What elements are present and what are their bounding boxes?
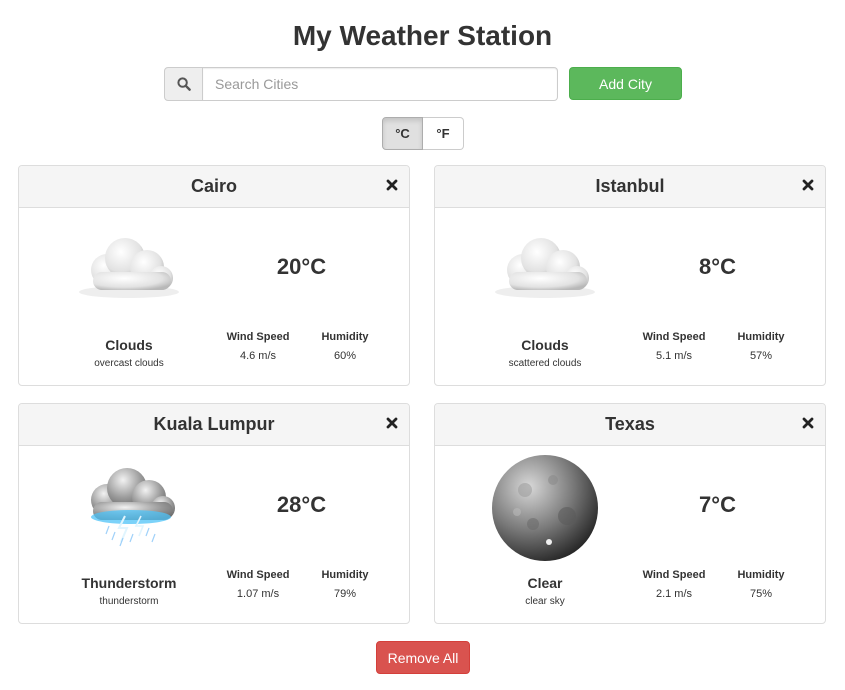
remove-all-button[interactable]: Remove All xyxy=(376,641,470,674)
humidity-value: 75% xyxy=(749,588,773,600)
cloud-icon xyxy=(79,238,179,298)
city-card-texas: Texas 7°C Clear clear sky Wind Speed 2.1… xyxy=(434,403,826,624)
condition-description: thunderstorm xyxy=(99,596,159,607)
wind-speed-label: Wind Speed xyxy=(642,569,706,581)
city-card-istanbul: Istanbul 8°C Clouds scattered clouds Win… xyxy=(434,165,826,386)
add-city-button[interactable]: Add City xyxy=(569,67,682,100)
condition: Clear xyxy=(527,575,563,591)
wind-speed-value: 5.1 m/s xyxy=(655,350,693,362)
condition: Thunderstorm xyxy=(81,575,177,591)
humidity-label: Humidity xyxy=(321,569,369,581)
humidity-label: Humidity xyxy=(321,331,369,343)
search-input[interactable] xyxy=(203,67,558,101)
humidity-value: 79% xyxy=(333,588,357,600)
wind-speed-value: 1.07 m/s xyxy=(236,588,280,600)
temperature: 28°C xyxy=(276,492,327,517)
humidity-value: 60% xyxy=(333,350,357,362)
city-card-kuala-lumpur: Kuala Lumpur 28°C Thunderstorm thunderst… xyxy=(18,403,410,624)
cloud-icon xyxy=(495,238,595,298)
condition-description: scattered clouds xyxy=(508,358,582,369)
wind-speed-label: Wind Speed xyxy=(642,331,706,343)
wind-speed-label: Wind Speed xyxy=(226,569,290,581)
card-header: Kuala Lumpur xyxy=(19,404,409,446)
city-name: Istanbul xyxy=(595,176,665,196)
close-icon[interactable] xyxy=(802,417,814,429)
city-card-cairo: Cairo 20°C Clouds overcast clouds Wind S… xyxy=(18,165,410,386)
city-name: Kuala Lumpur xyxy=(153,414,275,434)
thunderstorm-icon xyxy=(91,468,175,547)
temperature: 7°C xyxy=(699,492,736,517)
wind-speed-value: 2.1 m/s xyxy=(655,588,693,600)
moon-icon xyxy=(492,455,598,561)
search-group xyxy=(164,67,558,101)
humidity-value: 57% xyxy=(749,350,773,362)
celsius-button[interactable]: °C xyxy=(382,117,423,150)
close-icon[interactable] xyxy=(386,417,398,429)
wind-speed-label: Wind Speed xyxy=(226,331,290,343)
condition: Clouds xyxy=(105,337,153,353)
city-name: Cairo xyxy=(190,176,237,196)
temperature: 20°C xyxy=(276,254,327,279)
close-icon[interactable] xyxy=(802,179,814,191)
unit-toggle: °C °F xyxy=(382,117,464,150)
wind-speed-value: 4.6 m/s xyxy=(239,350,277,362)
card-header: Istanbul xyxy=(435,166,825,208)
search-icon[interactable] xyxy=(164,67,203,101)
fahrenheit-button[interactable]: °F xyxy=(423,117,464,150)
condition: Clouds xyxy=(521,337,569,353)
page-title: My Weather Station xyxy=(292,20,553,51)
condition-description: overcast clouds xyxy=(94,358,164,369)
condition-description: clear sky xyxy=(525,596,565,607)
humidity-label: Humidity xyxy=(737,331,785,343)
card-header: Cairo xyxy=(19,166,409,208)
temperature: 8°C xyxy=(699,254,736,279)
close-icon[interactable] xyxy=(386,179,398,191)
city-name: Texas xyxy=(605,414,655,434)
card-header: Texas xyxy=(435,404,825,446)
humidity-label: Humidity xyxy=(737,569,785,581)
